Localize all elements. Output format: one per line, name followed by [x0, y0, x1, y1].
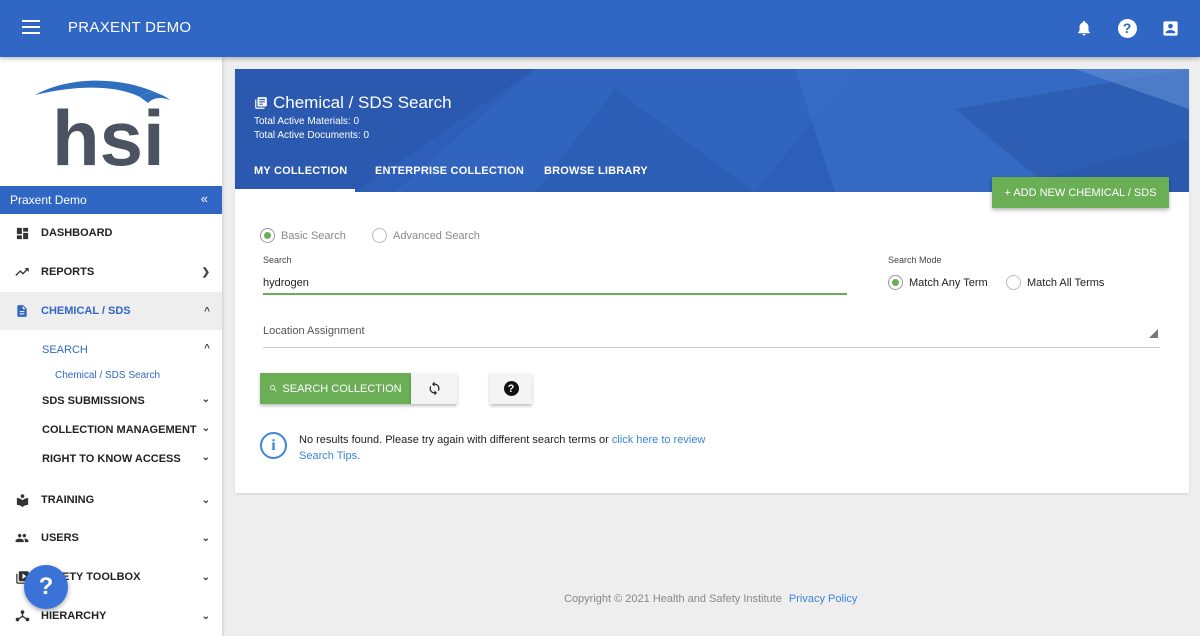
radio-unselected: [1006, 275, 1021, 290]
radio-label: Match All Terms: [1027, 276, 1105, 289]
radio-selected: [888, 275, 903, 290]
sub-item-search[interactable]: SEARCH ^: [0, 337, 222, 363]
document-icon: [14, 303, 30, 319]
chevron-up-icon: ^: [204, 343, 210, 354]
search-tips-link-2[interactable]: Search Tips.: [299, 450, 360, 462]
nav-label: TRAINING: [41, 494, 95, 506]
chevron-down-icon: ❯: [201, 266, 210, 278]
dropdown-triangle-icon: [1149, 329, 1158, 338]
privacy-policy-link[interactable]: Privacy Policy: [789, 593, 857, 605]
library-books-icon: [255, 97, 267, 109]
radio-selected: [260, 228, 275, 243]
chevron-down-icon: ⌄: [201, 571, 210, 583]
location-placeholder: Location Assignment: [263, 325, 365, 337]
nav-label: ETY TOOLBOX: [62, 571, 141, 583]
sub-label: SEARCH: [42, 344, 88, 356]
radio-label: Basic Search: [281, 229, 346, 242]
nav-item-chemical-sds[interactable]: CHEMICAL / SDS ^: [0, 292, 222, 330]
match-all-terms-radio[interactable]: Match All Terms: [1006, 275, 1104, 290]
question-icon: ?: [503, 381, 519, 396]
book-icon: [14, 492, 30, 508]
no-results-message: No results found. Please try again with …: [299, 432, 739, 464]
tab-my-collection[interactable]: MY COLLECTION: [254, 165, 347, 177]
add-new-chemical-button[interactable]: + ADD NEW CHEMICAL / SDS: [992, 177, 1169, 208]
reset-search-button[interactable]: [411, 373, 457, 404]
menu-icon[interactable]: [22, 20, 40, 34]
nav-item-reports[interactable]: REPORTS ❯: [0, 253, 222, 291]
sub-label: RIGHT TO KNOW ACCESS: [42, 453, 181, 465]
nav-label: DASHBOARD: [41, 227, 113, 239]
app-title: PRAXENT DEMO: [68, 19, 192, 36]
help-fab-button[interactable]: ?: [24, 565, 68, 609]
footer: Copyright © 2021 Health and Safety Insti…: [564, 593, 857, 605]
tab-enterprise-collection[interactable]: ENTERPRISE COLLECTION: [375, 165, 524, 177]
page-title-text: Chemical / SDS Search: [273, 93, 452, 112]
match-any-term-radio[interactable]: Match Any Term: [888, 275, 988, 290]
basic-search-radio[interactable]: Basic Search: [260, 228, 346, 243]
sub-item-chemical-sds-search[interactable]: Chemical / SDS Search: [55, 370, 160, 381]
hierarchy-icon: [14, 608, 30, 624]
hero-banner: Chemical / SDS Search Total Active Mater…: [235, 69, 1189, 192]
nav-item-dashboard[interactable]: DASHBOARD: [0, 214, 222, 252]
sidebar: hsi Praxent Demo « DASHBOARD REPORTS ❯ C…: [0, 57, 222, 636]
total-active-materials: Total Active Materials: 0: [254, 116, 360, 127]
search-help-button[interactable]: ?: [490, 373, 532, 404]
chevron-down-icon: ⌄: [201, 494, 210, 506]
nav-label: REPORTS: [41, 266, 95, 278]
search-mode-label: Search Mode: [888, 255, 942, 265]
search-tips-link[interactable]: click here to review: [612, 434, 706, 446]
chevron-down-icon: ⌄: [201, 394, 210, 405]
bell-icon[interactable]: [1073, 17, 1095, 39]
logo-text: hsi: [52, 94, 165, 175]
search-input[interactable]: [263, 273, 847, 295]
sub-item-right-to-know-access[interactable]: RIGHT TO KNOW ACCESS ⌄: [0, 446, 222, 472]
nav-label: CHEMICAL / SDS: [41, 305, 131, 317]
radio-label: Advanced Search: [393, 229, 480, 242]
sub-label: SDS SUBMISSIONS: [42, 395, 145, 407]
tab-browse-library[interactable]: BROWSE LIBRARY: [544, 165, 648, 177]
active-tab-indicator: [235, 189, 355, 192]
sub-item-collection-management[interactable]: COLLECTION MANAGEMENT ⌄: [0, 417, 222, 443]
sub-label: COLLECTION MANAGEMENT: [42, 424, 197, 436]
users-icon: [14, 530, 30, 546]
nav-label: HIERARCHY: [41, 610, 107, 622]
advanced-search-radio[interactable]: Advanced Search: [372, 228, 480, 243]
nav-label: USERS: [41, 532, 79, 544]
no-results-text: No results found. Please try again with …: [299, 434, 609, 446]
search-collection-label: SEARCH COLLECTION: [282, 382, 402, 395]
radio-unselected: [372, 228, 387, 243]
collapse-sidebar-button[interactable]: «: [201, 191, 208, 206]
organization-bar: Praxent Demo «: [0, 186, 222, 214]
radio-label: Match Any Term: [909, 276, 988, 289]
hsi-logo: hsi: [35, 80, 170, 175]
search-card: Chemical / SDS Search Total Active Mater…: [235, 69, 1189, 493]
location-assignment-select[interactable]: Location Assignment: [263, 323, 1160, 348]
organization-name: Praxent Demo: [10, 193, 87, 207]
search-collection-button[interactable]: SEARCH COLLECTION: [260, 373, 411, 404]
search-label: Search: [263, 255, 292, 265]
info-icon: i: [260, 432, 287, 459]
refresh-icon: [429, 381, 439, 396]
nav-item-users[interactable]: USERS ⌄: [0, 519, 222, 557]
chevron-up-icon: ^: [204, 305, 210, 317]
chevron-down-icon: ⌄: [201, 452, 210, 463]
account-icon[interactable]: [1159, 17, 1181, 39]
nav-item-training[interactable]: TRAINING ⌄: [0, 481, 222, 519]
chevron-down-icon: ⌄: [201, 532, 210, 544]
trending-icon: [14, 264, 30, 280]
chevron-down-icon: ⌄: [201, 610, 210, 622]
top-app-bar: PRAXENT DEMO ?: [0, 0, 1200, 57]
search-icon: [270, 385, 278, 392]
dashboard-icon: [14, 225, 30, 241]
chevron-down-icon: ⌄: [201, 423, 210, 434]
sub-item-sds-submissions[interactable]: SDS SUBMISSIONS ⌄: [0, 388, 222, 414]
copyright-text: Copyright © 2021 Health and Safety Insti…: [564, 593, 782, 605]
total-active-documents: Total Active Documents: 0: [254, 130, 370, 141]
help-icon[interactable]: ?: [1116, 17, 1138, 39]
page-title: Chemical / SDS Search: [254, 93, 452, 113]
